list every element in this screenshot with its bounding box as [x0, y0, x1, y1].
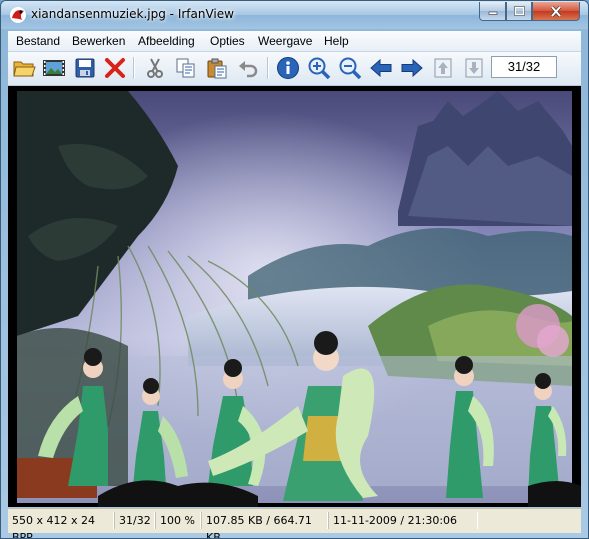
irfanview-window: xiandansenmuziek.jpg - IrfanView Bestand… — [0, 0, 589, 539]
close-button[interactable] — [532, 2, 580, 21]
menu-bar: Bestand Bewerken Afbeelding Opties Weerg… — [8, 31, 581, 52]
next-icon — [401, 58, 423, 78]
paste-button[interactable] — [204, 55, 230, 81]
delete-button[interactable] — [102, 55, 128, 81]
status-zoom: 100 % — [155, 512, 201, 529]
slideshow-button[interactable] — [41, 55, 67, 81]
title-bar[interactable]: xiandansenmuziek.jpg - IrfanView — [1, 1, 588, 29]
menu-bewerken[interactable]: Bewerken — [72, 34, 125, 48]
close-icon — [550, 5, 562, 17]
maximize-icon — [513, 6, 525, 16]
next-button[interactable] — [399, 55, 425, 81]
minimize-button[interactable] — [479, 2, 506, 21]
cut-icon — [147, 58, 163, 78]
status-bar: 550 x 412 x 24 BPP 31/32 100 % 107.85 KB… — [8, 508, 581, 538]
previous-button[interactable] — [368, 55, 394, 81]
menu-afbeelding[interactable]: Afbeelding — [138, 34, 195, 48]
info-icon — [277, 57, 299, 79]
open-button[interactable] — [11, 55, 37, 81]
image-viewer[interactable] — [8, 86, 581, 507]
last-page-icon — [465, 58, 483, 78]
info-button[interactable] — [275, 55, 301, 81]
last-page-button[interactable] — [461, 55, 487, 81]
first-page-icon — [434, 58, 452, 78]
photo-xiandansen-dance-performance — [17, 91, 581, 507]
toolbar-separator — [267, 57, 269, 79]
zoom-in-icon — [308, 57, 331, 80]
copy-icon — [176, 58, 195, 78]
maximize-button[interactable] — [506, 2, 532, 21]
undo-icon — [239, 61, 258, 78]
toolbar-separator — [133, 57, 135, 79]
zoom-out-button[interactable] — [337, 55, 363, 81]
toolbar: 31/32 — [8, 52, 581, 86]
save-icon — [75, 58, 95, 78]
menu-opties[interactable]: Opties — [210, 34, 245, 48]
save-button[interactable] — [72, 55, 98, 81]
copy-button[interactable] — [173, 55, 199, 81]
slideshow-icon — [43, 60, 65, 76]
irfanview-logo-icon — [10, 7, 26, 23]
window-title: xiandansenmuziek.jpg - IrfanView — [31, 7, 234, 21]
menu-bestand[interactable]: Bestand — [16, 34, 60, 48]
open-folder-icon — [13, 61, 36, 77]
zoom-out-icon — [339, 57, 362, 80]
status-file-size: 107.85 KB / 664.71 KB — [201, 512, 328, 538]
menu-weergave[interactable]: Weergave — [258, 34, 312, 48]
menu-help[interactable]: Help — [324, 34, 349, 48]
status-date: 11-11-2009 / 21:30:06 — [328, 512, 478, 529]
first-page-button[interactable] — [430, 55, 456, 81]
undo-button[interactable] — [235, 55, 261, 81]
status-position: 31/32 — [114, 512, 155, 529]
paste-icon — [207, 58, 227, 79]
zoom-in-button[interactable] — [306, 55, 332, 81]
previous-icon — [370, 58, 392, 78]
delete-icon — [105, 58, 125, 78]
status-dimensions: 550 x 412 x 24 BPP — [8, 512, 114, 538]
minimize-icon — [488, 11, 497, 15]
cut-button[interactable] — [142, 55, 168, 81]
page-counter[interactable]: 31/32 — [491, 56, 557, 78]
